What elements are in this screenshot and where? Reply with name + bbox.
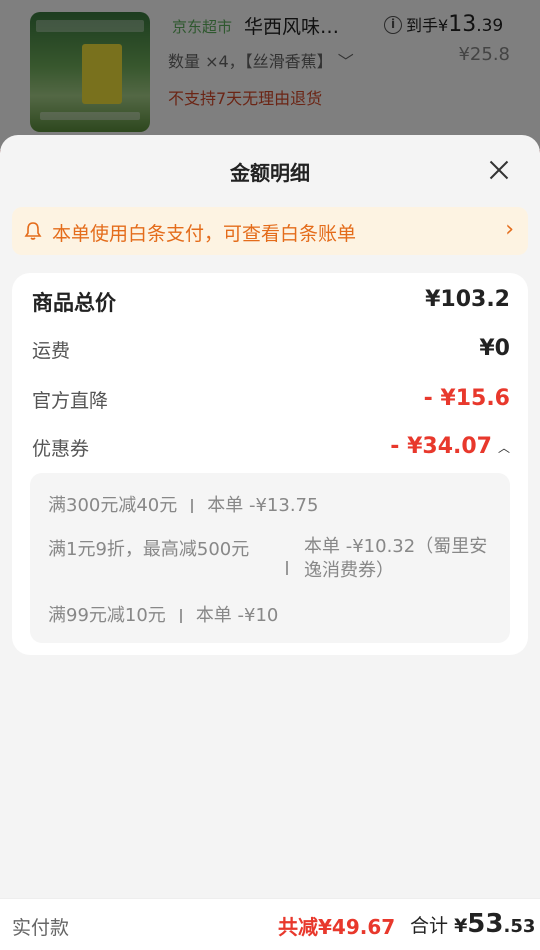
baitiao-notice[interactable]: 本单使用白条支付，可查看白条账单 › <box>12 207 528 255</box>
coupon-value-wrap: - ¥34.07 ︿ <box>390 434 510 459</box>
chevron-right-icon: › <box>505 217 514 242</box>
coupon-value: - ¥34.07 <box>390 434 492 459</box>
coupon-item: 满300元减40元 本单 -¥13.75 <box>48 495 319 516</box>
chevron-up-icon[interactable]: ︿ <box>498 439 510 456</box>
coupon-label: 优惠券 <box>32 438 90 460</box>
grand-total: 合计 ¥53.53 <box>410 909 536 939</box>
actual-pay-label: 实付款 <box>12 917 70 939</box>
official-discount-value: - ¥15.6 <box>423 386 510 411</box>
coupon-detail-list: 满300元减40元 本单 -¥13.75 满1元9折，最高减500元 本单 -¥1… <box>30 473 510 643</box>
shipping-value: ¥0 <box>479 336 510 361</box>
bell-icon <box>24 222 42 240</box>
goods-total-label: 商品总价 <box>32 291 116 315</box>
amount-detail-sheet: 金额明细 本单使用白条支付，可查看白条账单 › 商品总价 ¥103.2 运费 ¥… <box>0 135 540 950</box>
goods-total-value: ¥103.2 <box>425 287 510 312</box>
pay-footer: 实付款 共减¥49.67 合计 ¥53.53 <box>0 898 540 950</box>
official-discount-label: 官方直降 <box>32 390 109 412</box>
row-goods-total: 商品总价 ¥103.2 <box>32 287 510 321</box>
shipping-label: 运费 <box>32 340 71 362</box>
sheet-title: 金额明细 <box>230 161 310 185</box>
row-shipping: 运费 ¥0 <box>32 336 510 370</box>
coupon-item: 满1元9折，最高减500元 本单 -¥10.32（蜀里安逸消费券） <box>48 536 488 581</box>
amount-card: 商品总价 ¥103.2 运费 ¥0 官方直降 - ¥15.6 优惠券 - ¥34… <box>12 273 528 655</box>
coupon-item: 满99元减10元 本单 -¥10 <box>48 605 279 626</box>
total-saved: 共减¥49.67 <box>278 915 396 939</box>
row-coupon[interactable]: 优惠券 - ¥34.07 ︿ <box>32 434 510 468</box>
notice-text: 本单使用白条支付，可查看白条账单 <box>52 223 357 245</box>
close-icon[interactable] <box>486 157 512 183</box>
row-official-discount: 官方直降 - ¥15.6 <box>32 386 510 420</box>
